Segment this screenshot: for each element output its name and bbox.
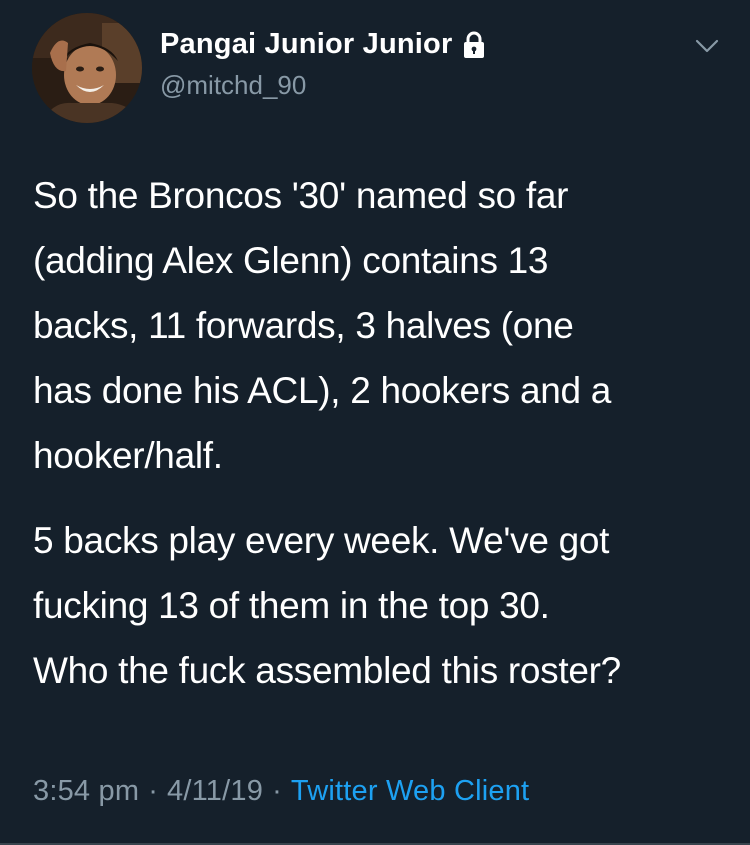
tweet-line: So the Broncos '30' named so far (33, 175, 569, 216)
tweet-paragraph-2: 5 backs play every week. We've got fucki… (33, 508, 723, 703)
tweet-line: hooker/half. (33, 435, 223, 476)
profile-photo-icon (32, 13, 142, 123)
separator-dot: · (272, 775, 282, 807)
lock-icon (462, 31, 486, 59)
tweet-line: (adding Alex Glenn) contains 13 (33, 240, 549, 281)
tweet-line: 5 backs play every week. We've got (33, 520, 610, 561)
tweet-line: fucking 13 of them in the top 30. (33, 585, 550, 626)
tweet-date[interactable]: 4/11/19 (167, 775, 263, 807)
tweet-line: backs, 11 forwards, 3 halves (one (33, 305, 574, 346)
author-name-row[interactable]: Pangai Junior Junior (160, 28, 486, 61)
tweet-paragraph-1: So the Broncos '30' named so far (adding… (33, 163, 723, 488)
user-handle[interactable]: @mitchd_90 (160, 70, 306, 101)
tweet-metadata: 3:54 pm · 4/11/19 · Twitter Web Client (33, 775, 529, 808)
chevron-down-icon[interactable] (694, 37, 720, 55)
tweet-line: has done his ACL), 2 hookers and a (33, 370, 612, 411)
tweet-client-link[interactable]: Twitter Web Client (291, 775, 529, 807)
tweet: Pangai Junior Junior @mitchd_90 So the B… (0, 0, 750, 845)
tweet-line: Who the fuck assembled this roster? (33, 650, 621, 691)
avatar[interactable] (32, 13, 142, 123)
separator-dot: · (148, 775, 159, 807)
tweet-time[interactable]: 3:54 pm (33, 775, 139, 807)
display-name[interactable]: Pangai Junior Junior (160, 28, 452, 61)
